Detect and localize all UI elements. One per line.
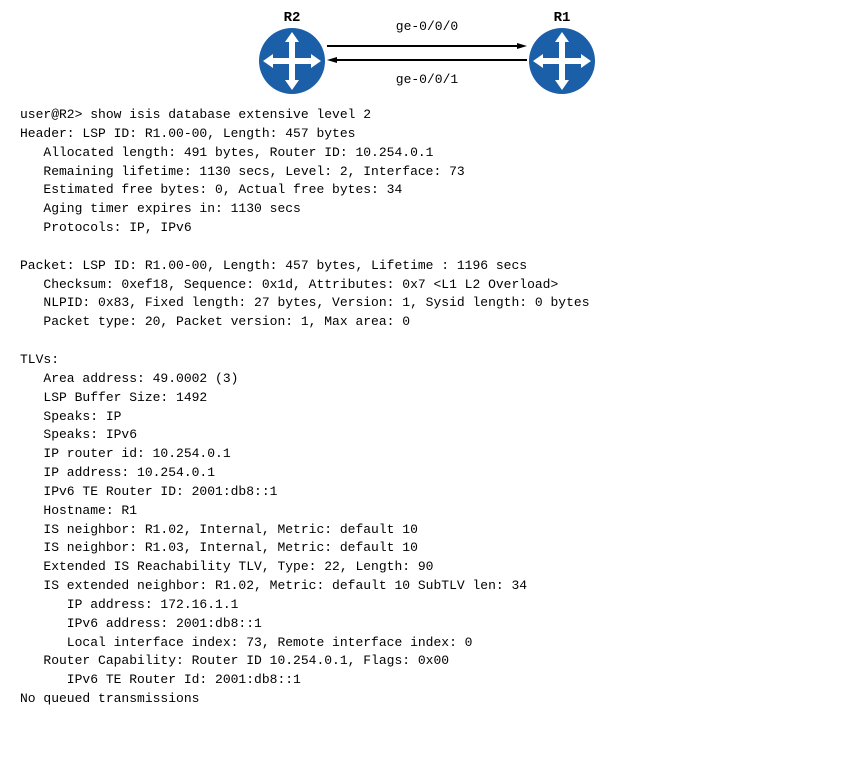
terminal-line: No queued transmissions [20, 690, 834, 709]
terminal-line: Packet type: 20, Packet version: 1, Max … [20, 313, 834, 332]
terminal-line: Protocols: IP, IPv6 [20, 219, 834, 238]
terminal-line: NLPID: 0x83, Fixed length: 27 bytes, Ver… [20, 294, 834, 313]
terminal-line: LSP Buffer Size: 1492 [20, 389, 834, 408]
terminal-line: Allocated length: 491 bytes, Router ID: … [20, 144, 834, 163]
terminal-line: Local interface index: 73, Remote interf… [20, 634, 834, 653]
network-diagram: R2 ge-0/0/0 [10, 10, 844, 96]
link-lines-svg [327, 38, 527, 68]
link-top-label: ge-0/0/0 [396, 19, 458, 34]
router-r1-label: R1 [554, 10, 571, 26]
terminal-line: Speaks: IPv6 [20, 426, 834, 445]
terminal-line: Aging timer expires in: 1130 secs [20, 200, 834, 219]
terminal-line: IP address: 172.16.1.1 [20, 596, 834, 615]
router-r2-icon [257, 26, 327, 96]
terminal-output: user@R2> show isis database extensive le… [10, 106, 844, 709]
terminal-line: Header: LSP ID: R1.00-00, Length: 457 by… [20, 125, 834, 144]
router-r1-icon [527, 26, 597, 96]
connection-lines: ge-0/0/0 ge-0/0/1 [327, 19, 527, 87]
terminal-line: TLVs: [20, 351, 834, 370]
terminal-line: IS neighbor: R1.03, Internal, Metric: de… [20, 539, 834, 558]
terminal-line: Hostname: R1 [20, 502, 834, 521]
terminal-line: Extended IS Reachability TLV, Type: 22, … [20, 558, 834, 577]
terminal-line: Remaining lifetime: 1130 secs, Level: 2,… [20, 163, 834, 182]
terminal-line [20, 238, 834, 257]
terminal-line: Router Capability: Router ID 10.254.0.1,… [20, 652, 834, 671]
router-r1: R1 [527, 10, 597, 96]
link-bottom-label: ge-0/0/1 [396, 72, 458, 87]
terminal-line: Checksum: 0xef18, Sequence: 0x1d, Attrib… [20, 276, 834, 295]
terminal-line: IPv6 TE Router ID: 2001:db8::1 [20, 483, 834, 502]
router-r2: R2 [257, 10, 327, 96]
terminal-line [20, 332, 834, 351]
terminal-line: IPv6 address: 2001:db8::1 [20, 615, 834, 634]
router-r2-label: R2 [284, 10, 301, 26]
terminal-line: user@R2> show isis database extensive le… [20, 106, 834, 125]
terminal-line: Estimated free bytes: 0, Actual free byt… [20, 181, 834, 200]
terminal-line: IS neighbor: R1.02, Internal, Metric: de… [20, 521, 834, 540]
terminal-line: IP address: 10.254.0.1 [20, 464, 834, 483]
terminal-line: Packet: LSP ID: R1.00-00, Length: 457 by… [20, 257, 834, 276]
terminal-line: IPv6 TE Router Id: 2001:db8::1 [20, 671, 834, 690]
terminal-line: IS extended neighbor: R1.02, Metric: def… [20, 577, 834, 596]
terminal-line: Area address: 49.0002 (3) [20, 370, 834, 389]
terminal-line: IP router id: 10.254.0.1 [20, 445, 834, 464]
terminal-line: Speaks: IP [20, 408, 834, 427]
